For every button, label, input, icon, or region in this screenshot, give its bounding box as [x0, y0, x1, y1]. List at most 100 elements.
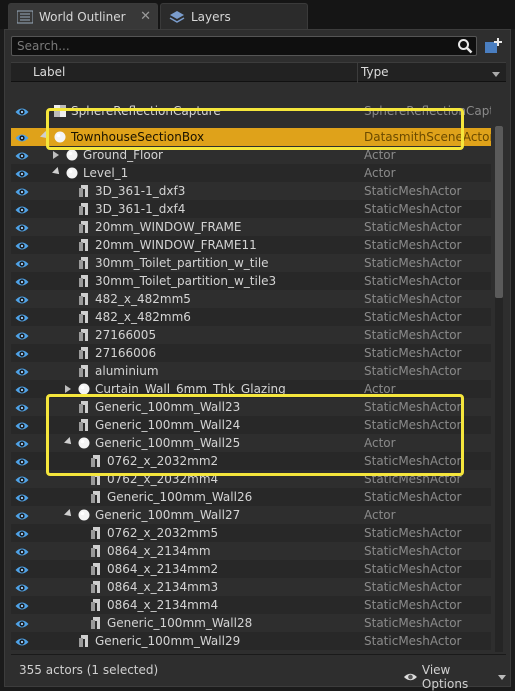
eye-icon[interactable]: [15, 509, 29, 521]
eye-icon[interactable]: [15, 437, 29, 449]
static-mesh-icon: [77, 346, 91, 360]
eye-icon[interactable]: [15, 293, 29, 305]
tree-row[interactable]: Generic_100mm_Wall28 StaticMeshActor: [11, 614, 491, 632]
eye-icon[interactable]: [15, 563, 29, 575]
row-type: StaticMeshActor: [364, 346, 462, 360]
sphere-icon: [65, 148, 79, 162]
expand-arrow-icon[interactable]: [64, 509, 74, 519]
eye-icon[interactable]: [15, 149, 29, 161]
eye-icon[interactable]: [15, 239, 29, 251]
row-label: 27166005: [95, 328, 157, 342]
tree-row[interactable]: 0864_x_2134mm2 StaticMeshActor: [11, 560, 491, 578]
tree-row[interactable]: 0864_x_2134mm3 StaticMeshActor: [11, 578, 491, 596]
row-type: StaticMeshActor: [364, 202, 462, 216]
row-label: 3D_361-1_dxf3: [95, 184, 186, 198]
eye-icon[interactable]: [15, 329, 29, 341]
row-type: StaticMeshActor: [364, 562, 462, 576]
eye-icon[interactable]: [15, 275, 29, 287]
layers-icon: [169, 10, 185, 23]
eye-icon[interactable]: [15, 401, 29, 413]
tree-row[interactable]: Level_1 Actor: [11, 164, 491, 182]
outliner-tree: SphereReflectionCapture SphereReflectionC…: [11, 74, 491, 652]
add-actor-icon[interactable]: [483, 37, 503, 55]
row-label: 20mm_WINDOW_FRAME: [95, 220, 242, 234]
tree-row[interactable]: 30mm_Toilet_partition_w_tile3 StaticMeshA…: [11, 272, 491, 290]
row-label: 27166006: [95, 346, 157, 360]
eye-icon[interactable]: [15, 203, 29, 215]
row-type: StaticMeshActor: [364, 220, 462, 234]
tree-row[interactable]: 20mm_WINDOW_FRAME11 StaticMeshActor: [11, 236, 491, 254]
search-placeholder: Search...: [17, 39, 70, 53]
chevron-down-icon[interactable]: [492, 72, 500, 77]
eye-icon[interactable]: [15, 383, 29, 395]
tree-row[interactable]: Generic_100mm_Wall27 Actor: [11, 506, 491, 524]
eye-icon[interactable]: [15, 635, 29, 647]
tree-row[interactable]: 482_x_482mm6 StaticMeshActor: [11, 308, 491, 326]
close-icon[interactable]: ✕: [140, 9, 151, 24]
eye-icon[interactable]: [15, 257, 29, 269]
row-type: Actor: [364, 166, 396, 180]
row-type: StaticMeshActor: [364, 650, 461, 652]
collapse-arrow-icon[interactable]: [53, 151, 59, 159]
tree-row[interactable]: 0864_x_2134mm4 StaticMeshActor: [11, 596, 491, 614]
tree-row[interactable]: 482_x_482mm5 StaticMeshActor: [11, 290, 491, 308]
tree-row[interactable]: 20mm_WINDOW_FRAME StaticMeshActor: [11, 218, 491, 236]
static-mesh-icon: [77, 292, 91, 306]
view-options-label: View Options: [421, 663, 469, 691]
row-type: StaticMeshActor: [364, 490, 462, 504]
eye-icon[interactable]: [15, 581, 29, 593]
tab-layers[interactable]: Layers: [160, 3, 308, 29]
tree-row[interactable]: 3D_361-1_dxf3 StaticMeshActor: [11, 182, 491, 200]
row-label: Generic_100mm_Wall29: [95, 634, 241, 648]
expand-arrow-icon[interactable]: [52, 167, 62, 177]
row-type: StaticMeshActor: [364, 544, 462, 558]
static-mesh-icon: [89, 580, 103, 594]
static-mesh-icon: [77, 274, 91, 288]
static-mesh-icon: [77, 634, 91, 648]
static-mesh-icon: [89, 544, 103, 558]
tree-row[interactable]: 0762_x_2032mm5 StaticMeshActor: [11, 524, 491, 542]
static-mesh-icon: [77, 238, 91, 252]
tree-row[interactable]: 27166006 StaticMeshActor: [11, 344, 491, 362]
tree-row[interactable]: aluminium StaticMeshActor: [11, 362, 491, 380]
eye-icon[interactable]: [15, 221, 29, 233]
vertical-scrollbar[interactable]: [495, 126, 503, 652]
tree-row[interactable]: Generic_100mm_Wall26 StaticMeshActor: [11, 488, 491, 506]
eye-icon[interactable]: [15, 311, 29, 323]
scrollbar-thumb[interactable]: [495, 126, 503, 298]
search-input[interactable]: Search...: [11, 36, 477, 56]
eye-icon[interactable]: [15, 599, 29, 611]
static-mesh-icon: [89, 526, 103, 540]
eye-icon[interactable]: [15, 347, 29, 359]
eye-icon[interactable]: [15, 365, 29, 377]
static-mesh-icon: [77, 328, 91, 342]
collapse-arrow-icon[interactable]: [65, 385, 71, 393]
eye-icon[interactable]: [15, 105, 29, 117]
eye-icon[interactable]: [15, 617, 29, 629]
eye-icon[interactable]: [15, 527, 29, 539]
eye-icon[interactable]: [15, 131, 29, 143]
tree-row[interactable]: Generic_100mm_Wall29 StaticMeshActor: [11, 632, 491, 650]
row-type: StaticMeshActor: [364, 598, 462, 612]
tree-row[interactable]: 3D_361-1_dxf4 StaticMeshActor: [11, 200, 491, 218]
tree-row[interactable]: 27166005 StaticMeshActor: [11, 326, 491, 344]
row-type: StaticMeshActor: [364, 238, 462, 252]
eye-icon[interactable]: [15, 185, 29, 197]
eye-icon[interactable]: [15, 491, 29, 503]
row-type: StaticMeshActor: [364, 274, 462, 288]
eye-icon[interactable]: [15, 545, 29, 557]
eye-icon[interactable]: [15, 455, 29, 467]
row-label: Generic_100mm_Wall_grey: [95, 650, 258, 652]
tree-row[interactable]: Generic_100mm_Wall_grey StaticMeshActor: [11, 650, 491, 652]
tree-row[interactable]: 0864_x_2134mm StaticMeshActor: [11, 542, 491, 560]
eye-icon[interactable]: [15, 419, 29, 431]
search-icon[interactable]: [457, 38, 473, 54]
eye-icon[interactable]: [15, 167, 29, 179]
tree-row[interactable]: 30mm_Toilet_partition_w_tile StaticMeshAc…: [11, 254, 491, 272]
row-type: StaticMeshActor: [364, 256, 462, 270]
view-options-button[interactable]: View Options: [403, 663, 506, 691]
row-type: StaticMeshActor: [364, 184, 462, 198]
eye-icon[interactable]: [15, 473, 29, 485]
static-mesh-icon: [77, 184, 91, 198]
tab-world-outliner[interactable]: World Outliner ✕: [8, 3, 158, 29]
